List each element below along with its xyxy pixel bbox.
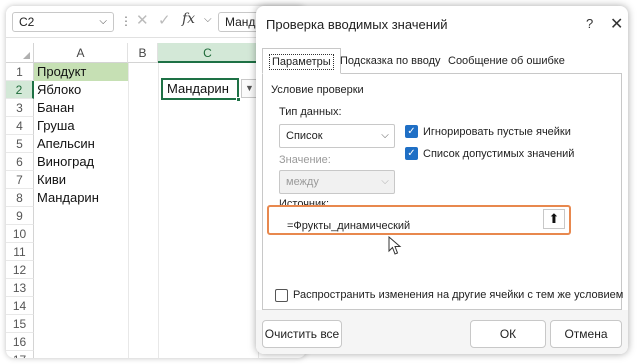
row-header-11[interactable]: 11 <box>6 243 34 261</box>
settings-panel: Условие проверки Тип данных: Список ⌵ ✓ И… <box>262 74 623 310</box>
column-header-b[interactable]: B <box>128 43 158 63</box>
close-icon[interactable]: ✕ <box>610 14 623 34</box>
cell-a7[interactable]: Киви <box>34 171 128 189</box>
name-box[interactable]: C2 ⌵ <box>12 12 114 32</box>
chevron-down-icon[interactable]: ⌵ <box>204 14 212 25</box>
cell-a5[interactable]: Апельсин <box>34 135 128 153</box>
cell-a8[interactable]: Мандарин <box>34 189 128 207</box>
dialog-title: Проверка вводимых значений <box>266 17 448 32</box>
select-all-icon <box>23 52 30 59</box>
ok-button[interactable]: ОК <box>470 320 546 348</box>
cell-a3[interactable]: Банан <box>34 99 128 117</box>
gridline <box>158 63 159 358</box>
row-header-8[interactable]: 8 <box>6 189 34 207</box>
data-type-select[interactable]: Список ⌵ <box>279 124 395 148</box>
in-cell-dropdown-label[interactable]: Список допустимых значений <box>423 148 574 160</box>
source-input[interactable]: =Фрукты_динамический <box>287 216 547 236</box>
row-header-2[interactable]: 2 <box>6 81 34 99</box>
column-header-a[interactable]: A <box>34 43 128 63</box>
cancel-button[interactable]: Отмена <box>550 320 622 348</box>
help-icon[interactable]: ? <box>586 16 593 31</box>
chevron-down-icon[interactable]: ⌵ <box>99 13 107 31</box>
active-cell-value: Мандарин <box>167 81 229 96</box>
tab-strip: Параметры Подсказка по вводу Сообщение о… <box>262 48 622 74</box>
row-header-6[interactable]: 6 <box>6 153 34 171</box>
row-header-16[interactable]: 16 <box>6 333 34 351</box>
cancel-icon[interactable]: ✕ <box>136 11 149 29</box>
tab-settings-label: Параметры <box>269 54 334 70</box>
row-header-3[interactable]: 3 <box>6 99 34 117</box>
row-header-4[interactable]: 4 <box>6 117 34 135</box>
row-header-7[interactable]: 7 <box>6 171 34 189</box>
cell-a6[interactable]: Виноград <box>34 153 128 171</box>
row-header-14[interactable]: 14 <box>6 297 34 315</box>
name-box-value: C2 <box>19 15 35 29</box>
value-label: Значение: <box>279 154 331 166</box>
gridline <box>128 63 129 358</box>
in-cell-dropdown-checkbox[interactable]: ✓ <box>405 147 418 160</box>
cell-a4[interactable]: Груша <box>34 117 128 135</box>
collapse-dialog-icon[interactable]: ⬆ <box>543 209 565 229</box>
row-header-15[interactable]: 15 <box>6 315 34 333</box>
tab-error-alert[interactable]: Сообщение об ошибке <box>442 48 571 74</box>
mouse-cursor-icon <box>388 236 402 255</box>
row-header-13[interactable]: 13 <box>6 279 34 297</box>
data-validation-dialog: Проверка вводимых значений ? ✕ Параметры… <box>256 6 628 354</box>
enter-icon[interactable]: ✓ <box>158 11 171 29</box>
select-all-corner[interactable] <box>6 43 34 63</box>
row-header-9[interactable]: 9 <box>6 207 34 225</box>
apply-all-checkbox[interactable] <box>275 289 288 302</box>
chevron-down-icon: ⌵ <box>381 176 389 187</box>
column-header-c[interactable]: C <box>158 43 258 63</box>
chevron-down-icon: ⌵ <box>381 130 389 141</box>
tab-input-message[interactable]: Подсказка по вводу <box>334 48 447 74</box>
value-select: между ⌵ <box>279 170 395 194</box>
cell-a2[interactable]: Яблоко <box>34 81 128 99</box>
data-type-label: Тип данных: <box>279 106 342 118</box>
tab-settings[interactable]: Параметры <box>262 48 341 74</box>
clear-all-button[interactable]: Очистить все <box>262 320 342 348</box>
more-options-icon[interactable]: ⋮ <box>120 14 132 28</box>
ignore-blank-label[interactable]: Игнорировать пустые ячейки <box>423 126 571 138</box>
ignore-blank-checkbox[interactable]: ✓ <box>405 125 418 138</box>
apply-all-label[interactable]: Распространить изменения на другие ячейк… <box>293 289 623 301</box>
cell-a1[interactable]: Продукт <box>34 63 128 81</box>
row-header-1[interactable]: 1 <box>6 63 34 81</box>
row-header-17[interactable]: 17 <box>6 351 34 358</box>
row-header-12[interactable]: 12 <box>6 261 34 279</box>
value-select-text: между <box>286 176 319 188</box>
insert-function-icon[interactable]: fx <box>182 11 195 27</box>
section-title: Условие проверки <box>271 84 364 96</box>
row-header-5[interactable]: 5 <box>6 135 34 153</box>
data-type-value: Список <box>286 130 323 142</box>
screenshot-root: C2 ⌵ ⋮ ✕ ✓ fx ⌵ Мандарин A B C 1 2 3 4 5 … <box>0 0 640 364</box>
active-cell-c2[interactable]: Мандарин <box>161 78 241 102</box>
row-header-10[interactable]: 10 <box>6 225 34 243</box>
